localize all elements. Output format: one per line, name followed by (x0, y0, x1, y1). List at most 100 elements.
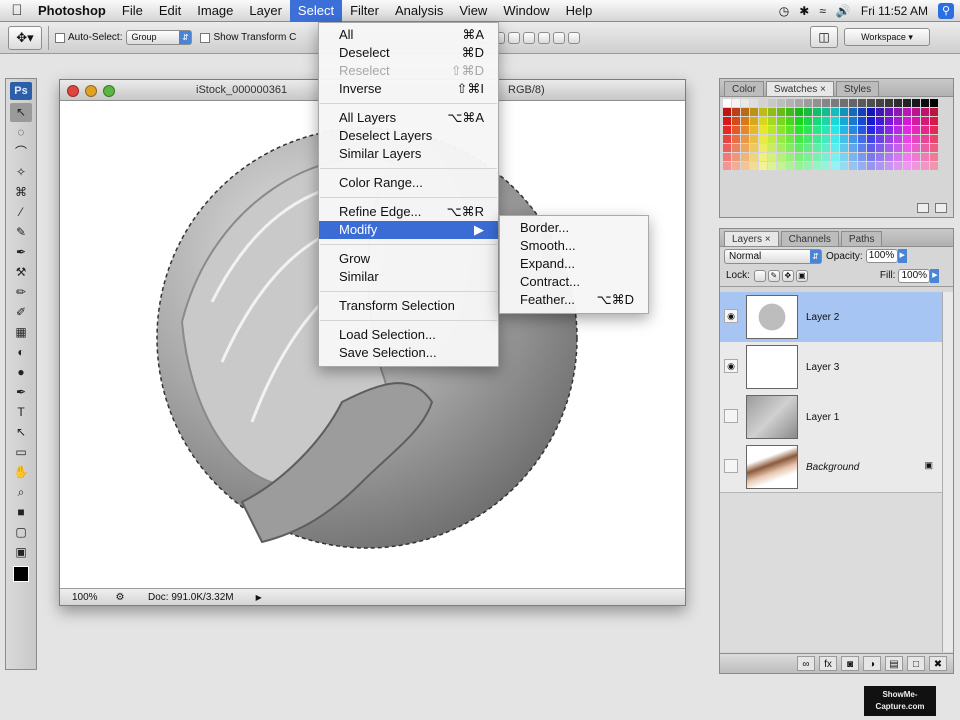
swatch[interactable] (723, 153, 731, 161)
menu-item-grow[interactable]: Grow (319, 250, 498, 268)
swatch[interactable] (831, 99, 839, 107)
menu-item-save-selection[interactable]: Save Selection... (319, 344, 498, 362)
visibility-toggle[interactable] (724, 459, 738, 473)
tool-icon[interactable]: ⚒ (10, 263, 32, 282)
menu-window[interactable]: Window (495, 0, 557, 22)
swatch[interactable] (930, 99, 938, 107)
swatch[interactable] (894, 108, 902, 116)
swatch[interactable] (759, 162, 767, 170)
fx-icon[interactable]: fx (819, 656, 837, 671)
swatch[interactable] (867, 153, 875, 161)
swatch[interactable] (876, 126, 884, 134)
layer-name[interactable]: Layer 1 (806, 412, 839, 423)
menu-item-feather[interactable]: Feather... ⌥⌘D (500, 291, 648, 309)
swatch[interactable] (831, 117, 839, 125)
swatch[interactable] (849, 144, 857, 152)
swatch[interactable] (822, 162, 830, 170)
swatch[interactable] (804, 153, 812, 161)
swatch[interactable] (840, 162, 848, 170)
swatch[interactable] (768, 99, 776, 107)
swatch[interactable] (732, 144, 740, 152)
menu-item-color-range[interactable]: Color Range... (319, 174, 498, 192)
swatch[interactable] (759, 144, 767, 152)
menu-filter[interactable]: Filter (342, 0, 387, 22)
swatch[interactable] (768, 117, 776, 125)
menu-file[interactable]: File (114, 0, 151, 22)
swatch[interactable] (858, 162, 866, 170)
delete-swatch-icon[interactable] (935, 203, 947, 213)
tool-icon[interactable]: T (10, 403, 32, 422)
swatch[interactable] (723, 117, 731, 125)
link-icon[interactable]: ∞ (797, 656, 815, 671)
swatch[interactable] (777, 135, 785, 143)
align-icon[interactable] (553, 31, 566, 44)
swatch[interactable] (732, 99, 740, 107)
swatch[interactable] (840, 117, 848, 125)
opacity-arrow-icon[interactable]: ▶ (897, 249, 907, 263)
swatch[interactable] (723, 144, 731, 152)
swatch[interactable] (777, 108, 785, 116)
menu-item-deselect[interactable]: Deselect ⌘D (319, 44, 498, 62)
swatch[interactable] (867, 135, 875, 143)
swatch[interactable] (867, 162, 875, 170)
swatch[interactable] (849, 135, 857, 143)
swatch[interactable] (867, 126, 875, 134)
swatch[interactable] (849, 162, 857, 170)
foreground-color-swatch[interactable] (13, 566, 29, 582)
menu-item-similar-layers[interactable]: Similar Layers (319, 145, 498, 163)
swatch[interactable] (903, 117, 911, 125)
swatch[interactable] (795, 126, 803, 134)
swatch[interactable] (750, 126, 758, 134)
lock-image-icon[interactable]: ✎ (767, 269, 780, 282)
swatch[interactable] (732, 126, 740, 134)
swatch[interactable] (849, 99, 857, 107)
swatch[interactable] (876, 153, 884, 161)
swatch[interactable] (903, 99, 911, 107)
swatch[interactable] (930, 135, 938, 143)
panel-tab-swatches[interactable]: Swatches × (765, 81, 834, 96)
swatch[interactable] (903, 162, 911, 170)
swatch[interactable] (804, 99, 812, 107)
tool-icon[interactable]: ↖ (10, 103, 32, 122)
swatch[interactable] (903, 135, 911, 143)
swatch[interactable] (723, 135, 731, 143)
workspace-dropdown[interactable]: Workspace ▾ (844, 28, 930, 46)
swatch[interactable] (867, 108, 875, 116)
panel-tab-layers[interactable]: Layers × (724, 231, 779, 246)
tool-icon[interactable]: ✧ (10, 163, 32, 182)
align-icon[interactable] (523, 31, 536, 44)
swatch[interactable] (723, 99, 731, 107)
layer-name[interactable]: Background (806, 462, 859, 473)
swatch[interactable] (822, 144, 830, 152)
app-menu[interactable]: Photoshop (34, 3, 114, 18)
minimize-window-icon[interactable] (85, 85, 97, 97)
menu-item-refine-edge[interactable]: Refine Edge... ⌥⌘R (319, 203, 498, 221)
swatch[interactable] (903, 108, 911, 116)
swatch[interactable] (831, 108, 839, 116)
swatch[interactable] (912, 144, 920, 152)
mask-icon[interactable]: ◙ (841, 656, 859, 671)
swatch[interactable] (876, 99, 884, 107)
swatch[interactable] (858, 108, 866, 116)
fill-arrow-icon[interactable]: ▶ (930, 268, 940, 283)
swatch[interactable] (867, 99, 875, 107)
swatch[interactable] (732, 135, 740, 143)
menu-image[interactable]: Image (189, 0, 241, 22)
swatch[interactable] (795, 99, 803, 107)
swatch[interactable] (813, 126, 821, 134)
swatch[interactable] (768, 126, 776, 134)
zoom-window-icon[interactable] (103, 85, 115, 97)
swatch[interactable] (885, 99, 893, 107)
auto-select-dropdown[interactable]: Group ⇵ (126, 30, 193, 45)
swatch[interactable] (912, 135, 920, 143)
menu-item-expand[interactable]: Expand... (500, 255, 648, 273)
swatch[interactable] (759, 135, 767, 143)
swatch[interactable] (723, 126, 731, 134)
swatch[interactable] (912, 162, 920, 170)
swatch[interactable] (831, 135, 839, 143)
swatch[interactable] (894, 153, 902, 161)
eye-icon[interactable]: ◉ (724, 359, 738, 373)
swatch[interactable] (795, 135, 803, 143)
swatch[interactable] (840, 153, 848, 161)
menu-item-modify[interactable]: Modify ▶ (319, 221, 498, 239)
